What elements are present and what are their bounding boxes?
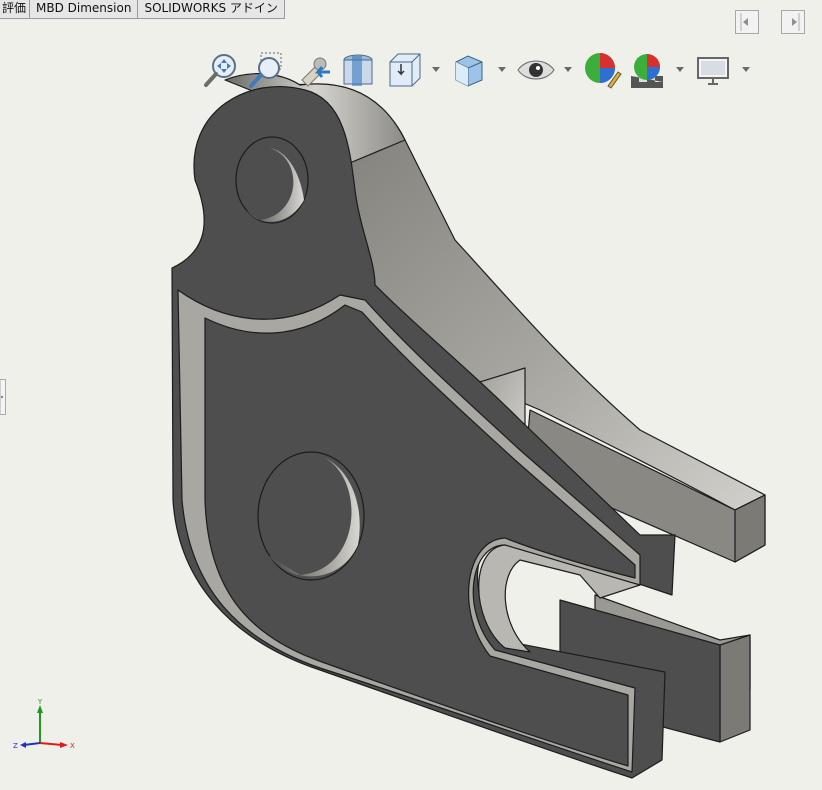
triad-z-axis — [23, 742, 41, 746]
view-settings-icon[interactable] — [694, 50, 734, 92]
apply-scene-dropdown-icon[interactable] — [674, 63, 686, 75]
reference-triad: Y X Z — [13, 698, 75, 750]
triad-y-label: Y — [37, 698, 43, 706]
section-view-icon[interactable] — [338, 50, 378, 92]
panel-expand-handle-icon[interactable] — [0, 379, 6, 415]
view-orientation-icon[interactable] — [384, 50, 424, 92]
zoom-to-area-icon[interactable] — [246, 50, 286, 92]
display-style-icon[interactable] — [450, 50, 490, 92]
graphics-area[interactable] — [0, 0, 822, 790]
triad-x-axis — [39, 742, 63, 746]
zoom-to-fit-icon[interactable] — [200, 50, 240, 92]
display-style-dropdown-icon[interactable] — [496, 63, 508, 75]
edit-appearance-icon[interactable] — [582, 50, 622, 92]
heads-up-view-toolbar — [198, 50, 758, 92]
hide-show-dropdown-icon[interactable] — [562, 63, 574, 75]
previous-view-icon[interactable] — [292, 50, 332, 92]
bracket-model[interactable] — [171, 73, 766, 779]
lower-arm-end — [719, 634, 751, 743]
hide-show-items-icon[interactable] — [516, 50, 556, 92]
apply-scene-icon[interactable] — [628, 50, 668, 92]
view-settings-dropdown-icon[interactable] — [740, 63, 752, 75]
view-orientation-dropdown-icon[interactable] — [430, 63, 442, 75]
triad-z-label: Z — [13, 742, 18, 750]
triad-x-label: X — [70, 742, 75, 750]
